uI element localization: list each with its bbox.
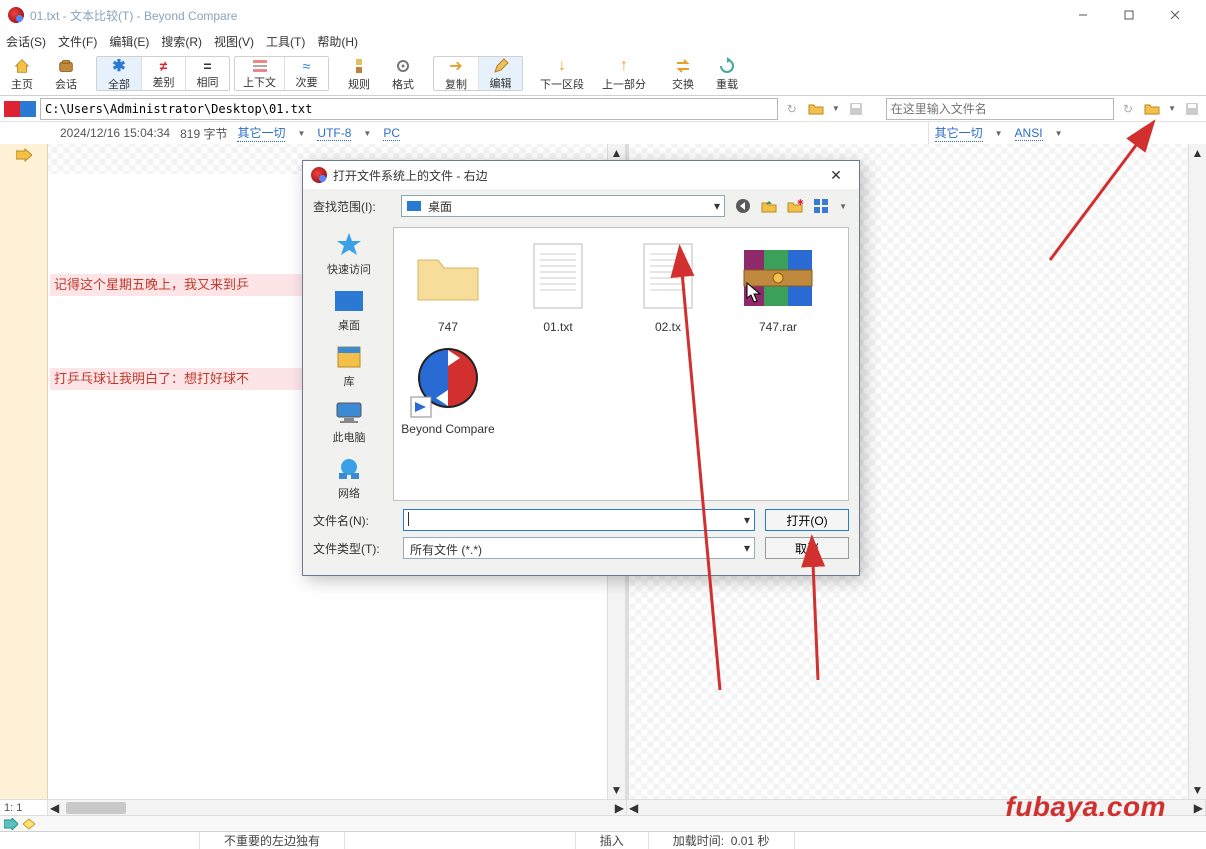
right-encoding-link[interactable]: ANSI bbox=[1015, 126, 1043, 141]
place-desktop[interactable]: 桌面 bbox=[332, 287, 366, 333]
menu-search[interactable]: 搜索(R) bbox=[161, 33, 202, 50]
left-open-dropdown[interactable]: ▼ bbox=[830, 104, 842, 113]
close-button[interactable] bbox=[1152, 0, 1198, 30]
left-misc-link[interactable]: 其它一切 bbox=[237, 124, 285, 142]
menu-view[interactable]: 视图(V) bbox=[214, 33, 254, 50]
status-left-only: 不重要的左边独有 bbox=[200, 832, 345, 849]
cursor-position: 1: 1 bbox=[0, 800, 48, 815]
right-history-icon[interactable]: ↻ bbox=[1118, 99, 1138, 119]
svg-text:✱: ✱ bbox=[797, 198, 803, 207]
place-quickaccess[interactable]: 快速访问 bbox=[327, 231, 371, 277]
status-bar: 不重要的左边独有 插入 加载时间: 0.01 秒 bbox=[0, 831, 1206, 849]
maximize-button[interactable] bbox=[1106, 0, 1152, 30]
lookin-combo[interactable]: 桌面 ▾ bbox=[401, 195, 725, 217]
menu-session[interactable]: 会话(S) bbox=[6, 33, 46, 50]
status-insert: 插入 bbox=[576, 832, 649, 849]
left-date: 2024/12/16 15:04:34 bbox=[60, 126, 170, 140]
window-title: 01.txt - 文本比较(T) - Beyond Compare bbox=[30, 7, 1060, 24]
view-menu-icon[interactable] bbox=[811, 196, 831, 216]
file-01-txt[interactable]: 01.txt bbox=[508, 236, 608, 334]
window-titlebar: 01.txt - 文本比较(T) - Beyond Compare bbox=[0, 0, 1206, 30]
tool-diff[interactable]: ≠差别 bbox=[141, 57, 185, 90]
info-row: 2024/12/16 15:04:34 819 字节 其它一切▼ UTF-8▼ … bbox=[0, 122, 1206, 144]
open-button[interactable]: 打开(O) bbox=[765, 509, 849, 531]
minimize-button[interactable] bbox=[1060, 0, 1106, 30]
lookin-label: 查找范围(I): bbox=[313, 198, 393, 215]
menu-edit[interactable]: 编辑(E) bbox=[109, 33, 149, 50]
left-history-icon[interactable]: ↻ bbox=[782, 99, 802, 119]
menu-tools[interactable]: 工具(T) bbox=[266, 33, 305, 50]
filename-input[interactable]: ▾ bbox=[403, 509, 755, 531]
file-list[interactable]: 747 01.txt 02.tx 747.rar bbox=[393, 227, 849, 501]
right-misc-link[interactable]: 其它一切 bbox=[935, 124, 983, 142]
file-02-txt[interactable]: 02.tx bbox=[618, 236, 718, 334]
tool-copy[interactable]: ➔复制 bbox=[434, 57, 478, 90]
app-logo-icon bbox=[8, 7, 24, 23]
path-row: ↻ ▼ ↻ ▼ bbox=[0, 96, 1206, 122]
left-size: 819 字节 bbox=[180, 125, 227, 142]
place-network[interactable]: 网络 bbox=[332, 455, 366, 501]
places-bar: 快速访问 桌面 库 此电脑 网络 bbox=[313, 227, 385, 501]
dialog-titlebar: 打开文件系统上的文件 - 右边 ✕ bbox=[303, 161, 859, 189]
right-save-icon[interactable] bbox=[1182, 99, 1202, 119]
place-thispc[interactable]: 此电脑 bbox=[332, 399, 366, 445]
gutter-arrow-icon bbox=[16, 148, 32, 162]
right-open-folder-icon[interactable] bbox=[1142, 99, 1162, 119]
left-encoding-link[interactable]: UTF-8 bbox=[317, 126, 351, 141]
filetype-label: 文件类型(T): bbox=[313, 540, 393, 557]
menu-bar: 会话(S) 文件(F) 编辑(E) 搜索(R) 视图(V) 工具(T) 帮助(H… bbox=[0, 30, 1206, 52]
watermark-text: fubaya.com bbox=[1005, 791, 1166, 823]
open-file-dialog: 打开文件系统上的文件 - 右边 ✕ 查找范围(I): 桌面 ▾ ✱ ▼ 快速访问… bbox=[302, 160, 860, 576]
tool-rules[interactable]: 规则 bbox=[337, 52, 381, 95]
tool-home[interactable]: 主页 bbox=[0, 52, 44, 95]
filename-label: 文件名(N): bbox=[313, 512, 393, 529]
tool-next-section[interactable]: ↓下一区段 bbox=[531, 52, 593, 95]
tool-session[interactable]: 会话 bbox=[44, 52, 88, 95]
desktop-icon bbox=[406, 200, 422, 212]
dialog-app-icon bbox=[311, 167, 327, 183]
tool-all[interactable]: ✱全部 bbox=[97, 57, 141, 90]
back-icon[interactable] bbox=[733, 196, 753, 216]
left-open-folder-icon[interactable] bbox=[806, 99, 826, 119]
file-folder-747[interactable]: 747 bbox=[398, 236, 498, 334]
tool-reload[interactable]: 重载 bbox=[705, 52, 749, 95]
file-747-rar[interactable]: 747.rar bbox=[728, 236, 828, 334]
dialog-title: 打开文件系统上的文件 - 右边 bbox=[333, 167, 821, 184]
diff-overview-chip bbox=[4, 101, 36, 117]
tool-context[interactable]: 上下文 bbox=[235, 57, 284, 90]
place-libraries[interactable]: 库 bbox=[332, 343, 366, 389]
right-open-dropdown[interactable]: ▼ bbox=[1166, 104, 1178, 113]
tool-minor[interactable]: ≈次要 bbox=[284, 57, 328, 90]
overview-gutter[interactable] bbox=[0, 144, 48, 799]
tool-prev-section[interactable]: ↑上一部分 bbox=[593, 52, 655, 95]
tool-format[interactable]: 格式 bbox=[381, 52, 425, 95]
filetype-select[interactable]: 所有文件 (*.*)▾ bbox=[403, 537, 755, 559]
cursor-icon bbox=[746, 282, 764, 304]
tool-swap[interactable]: 交换 bbox=[661, 52, 705, 95]
left-hscroll[interactable]: ◀▶ bbox=[48, 800, 627, 815]
up-folder-icon[interactable] bbox=[759, 196, 779, 216]
new-folder-icon[interactable]: ✱ bbox=[785, 196, 805, 216]
main-toolbar: 主页 会话 ✱全部 ≠差别 =相同 上下文 ≈次要 规则 格式 ➔复制 编辑 ↓… bbox=[0, 52, 1206, 96]
menu-help[interactable]: 帮助(H) bbox=[317, 33, 358, 50]
menu-file[interactable]: 文件(F) bbox=[58, 33, 97, 50]
left-save-icon[interactable] bbox=[846, 99, 866, 119]
marker-arrow-icon bbox=[4, 818, 18, 830]
tool-same[interactable]: =相同 bbox=[185, 57, 229, 90]
marker-diamond-icon bbox=[22, 818, 36, 830]
left-platform-link[interactable]: PC bbox=[383, 126, 400, 141]
right-path-input[interactable] bbox=[886, 98, 1114, 120]
cancel-button[interactable]: 取消 bbox=[765, 537, 849, 559]
tool-edit[interactable]: 编辑 bbox=[478, 57, 522, 90]
file-beyond-compare[interactable]: Beyond Compare bbox=[398, 338, 498, 436]
right-vscroll[interactable]: ▲▼ bbox=[1188, 144, 1206, 799]
dialog-close-button[interactable]: ✕ bbox=[821, 167, 851, 184]
left-path-input[interactable] bbox=[40, 98, 778, 120]
